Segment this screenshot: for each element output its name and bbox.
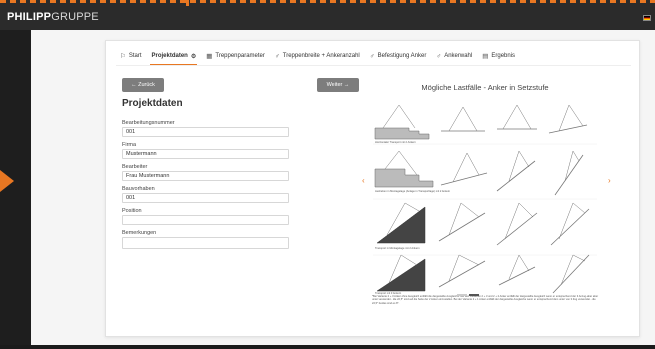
grid-icon: ▦ xyxy=(206,53,213,60)
top-dashed-line xyxy=(0,0,655,3)
project-form: Bearbeitungsnummer 001 Firma Mustermann … xyxy=(122,119,289,253)
form-title: Projektdaten xyxy=(122,98,183,109)
field-label-bearbeitungsnummer: Bearbeitungsnummer xyxy=(122,120,175,126)
field-label-bearbeiter: Bearbeiter xyxy=(122,164,148,170)
load-cases-figure: Mögliche Lastfälle - Anker in Setzstufe xyxy=(369,83,601,305)
slider-indicators xyxy=(457,294,481,296)
anchor-icon: ♂ xyxy=(274,52,280,60)
caption-row-3: Transport in Montagelage mit 2 Ankern xyxy=(375,246,420,250)
slide-indicator-1[interactable] xyxy=(457,294,467,296)
document-icon: ▤ xyxy=(482,53,489,60)
tab-befestigung-anker[interactable]: ♂ Befestigung Anker xyxy=(370,49,427,63)
caption-row-1: Horizontaler Transport mit 2 Ankern xyxy=(375,140,416,144)
bearbeitungsnummer-input[interactable]: 001 xyxy=(122,127,289,137)
tab-treppenbreite[interactable]: ♂ Treppenbreite + Ankeranzahl xyxy=(275,49,360,63)
caption-row-2: Ausheben in Montagelage (Anlage in Trans… xyxy=(375,189,451,193)
firma-input[interactable]: Mustermann xyxy=(122,149,289,159)
figure-title: Mögliche Lastfälle - Anker in Setzstufe xyxy=(421,83,549,92)
content-area: ⚐ Start Projektdaten ⚙ ▦ Treppenparameter ♂… xyxy=(31,30,655,345)
back-button[interactable]: ← Zurück xyxy=(122,78,164,92)
wizard-card: ⚐ Start Projektdaten ⚙ ▦ Treppenparameter ♂… xyxy=(105,40,640,337)
field-label-bemerkungen: Bemerkungen xyxy=(122,230,157,236)
gear-icon: ⚙ xyxy=(190,53,197,60)
anchor-icon: ♂ xyxy=(436,52,442,60)
load-cases-illustration: Horizontaler Transport mit 2 Ankern Aush… xyxy=(373,104,597,295)
field-label-position: Position xyxy=(122,208,142,214)
slide-indicator-2[interactable] xyxy=(469,294,479,296)
next-button[interactable]: Weiter → xyxy=(317,78,359,92)
language-flag-icon[interactable] xyxy=(643,15,651,21)
side-arrow-icon xyxy=(0,170,14,192)
slider-prev-icon[interactable]: ‹ xyxy=(362,176,365,185)
figure-notes: *Bei Variante 2 + 3 Anker ohne Ausgleich… xyxy=(372,295,599,305)
tabs-divider xyxy=(116,65,631,66)
slider-next-icon[interactable]: › xyxy=(608,176,611,185)
bemerkungen-textarea[interactable] xyxy=(122,237,289,249)
flag-icon: ⚐ xyxy=(120,53,126,60)
philipp-gruppe-logo[interactable]: PHILIPPGRUPPE xyxy=(7,11,99,23)
bottom-strip xyxy=(0,345,655,349)
field-label-bauvorhaben: Bauvorhaben xyxy=(122,186,155,192)
bearbeiter-input[interactable]: Frau Mustermann xyxy=(122,171,289,181)
wizard-tabs: ⚐ Start Projektdaten ⚙ ▦ Treppenparameter ♂… xyxy=(120,49,525,63)
tab-ankerwahl[interactable]: ♂ Ankerwahl xyxy=(436,49,472,63)
tab-projektdaten[interactable]: Projektdaten ⚙ xyxy=(152,49,197,63)
tab-ergebnis[interactable]: ▤ Ergebnis xyxy=(482,49,515,63)
anchor-icon: ♂ xyxy=(369,52,375,60)
tab-start[interactable]: ⚐ Start xyxy=(120,49,142,63)
top-marker xyxy=(186,0,189,6)
position-input[interactable] xyxy=(122,215,289,225)
tab-treppenparameter[interactable]: ▦ Treppenparameter xyxy=(206,49,265,63)
bauvorhaben-input[interactable]: 001 xyxy=(122,193,289,203)
field-label-firma: Firma xyxy=(122,142,137,148)
app-header: PHILIPPGRUPPE xyxy=(0,0,655,30)
